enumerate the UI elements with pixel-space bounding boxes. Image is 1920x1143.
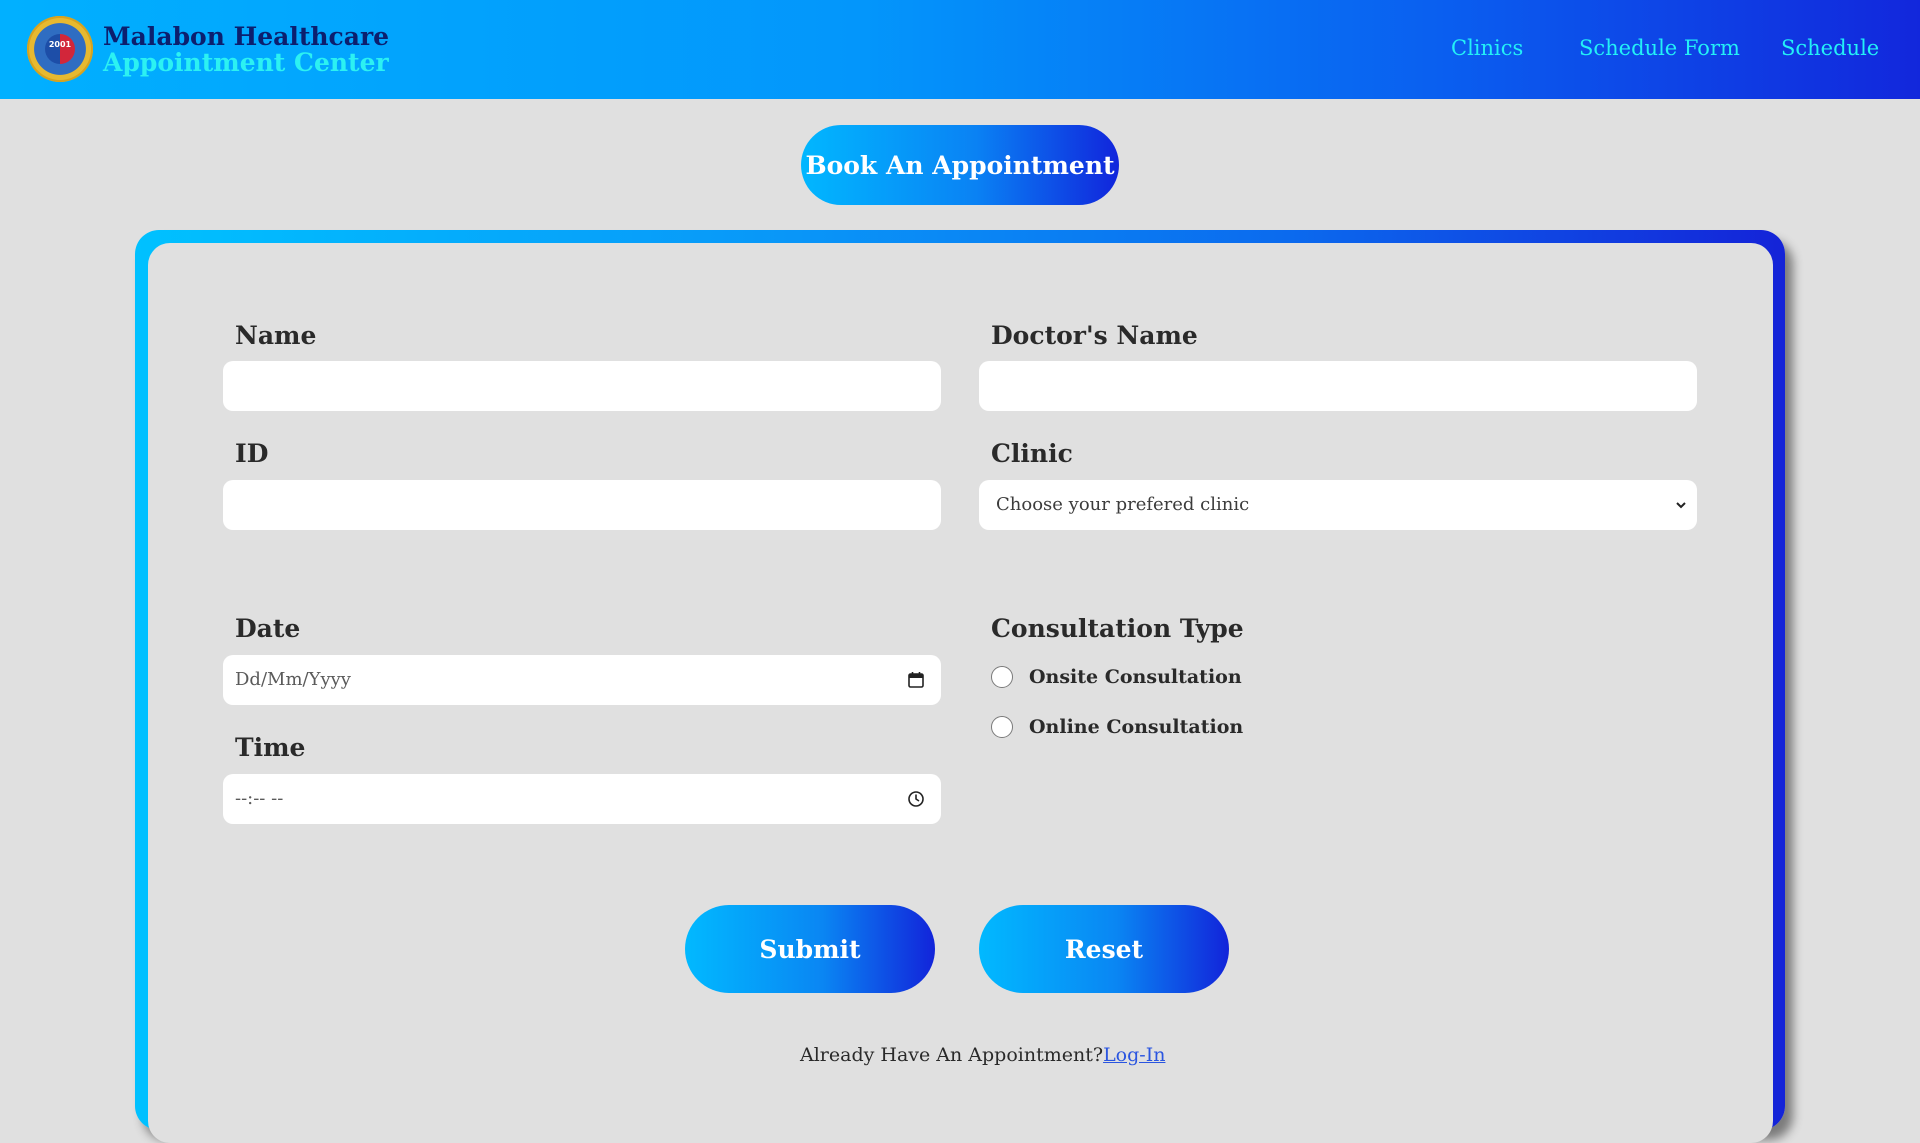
city-seal-logo: 2001	[27, 16, 93, 82]
radio-online[interactable]	[991, 716, 1013, 738]
nav-clinics[interactable]: Clinics	[1451, 36, 1523, 60]
brand-subtitle: Appointment Center	[103, 48, 389, 77]
clinic-label: Clinic	[991, 439, 1073, 468]
login-link[interactable]: Log-In	[1103, 1044, 1165, 1066]
top-header: 2001 Malabon Healthcare Appointment Cent…	[0, 0, 1920, 99]
time-label: Time	[235, 733, 306, 762]
login-prompt: Already Have An Appointment?Log-In	[800, 1044, 1165, 1066]
reset-button[interactable]: Reset	[979, 905, 1229, 993]
id-input[interactable]	[223, 480, 941, 530]
clinic-select[interactable]: Choose your prefered clinic	[979, 480, 1697, 530]
name-label: Name	[235, 321, 317, 350]
name-input[interactable]	[223, 361, 941, 411]
consultation-type-label: Consultation Type	[991, 614, 1244, 643]
doctor-name-input[interactable]	[979, 361, 1697, 411]
id-label: ID	[235, 439, 269, 468]
brand-title: Malabon Healthcare	[103, 22, 390, 51]
radio-onsite-label[interactable]: Onsite Consultation	[1029, 666, 1242, 688]
clock-icon[interactable]	[907, 790, 925, 808]
nav-schedule[interactable]: Schedule	[1781, 36, 1879, 60]
seal-year: 2001	[48, 40, 72, 49]
time-input-placeholder: --:-- --	[235, 788, 284, 809]
calendar-icon[interactable]	[907, 671, 925, 689]
date-input-placeholder: Dd/Mm/Yyyy	[235, 669, 351, 690]
submit-button[interactable]: Submit	[685, 905, 935, 993]
date-label: Date	[235, 614, 301, 643]
time-input[interactable]: --:-- --	[223, 774, 941, 824]
page-title-pill: Book An Appointment	[801, 125, 1119, 205]
nav-schedule-form[interactable]: Schedule Form	[1579, 36, 1740, 60]
date-input[interactable]: Dd/Mm/Yyyy	[223, 655, 941, 705]
doctor-name-label: Doctor's Name	[991, 321, 1198, 350]
radio-online-label[interactable]: Online Consultation	[1029, 716, 1243, 738]
clinic-select-value: Choose your prefered clinic	[996, 494, 1250, 515]
login-prompt-text: Already Have An Appointment?	[800, 1044, 1104, 1066]
radio-onsite[interactable]	[991, 666, 1013, 688]
chevron-down-icon	[1676, 502, 1686, 509]
seal-shield-icon	[45, 34, 75, 64]
